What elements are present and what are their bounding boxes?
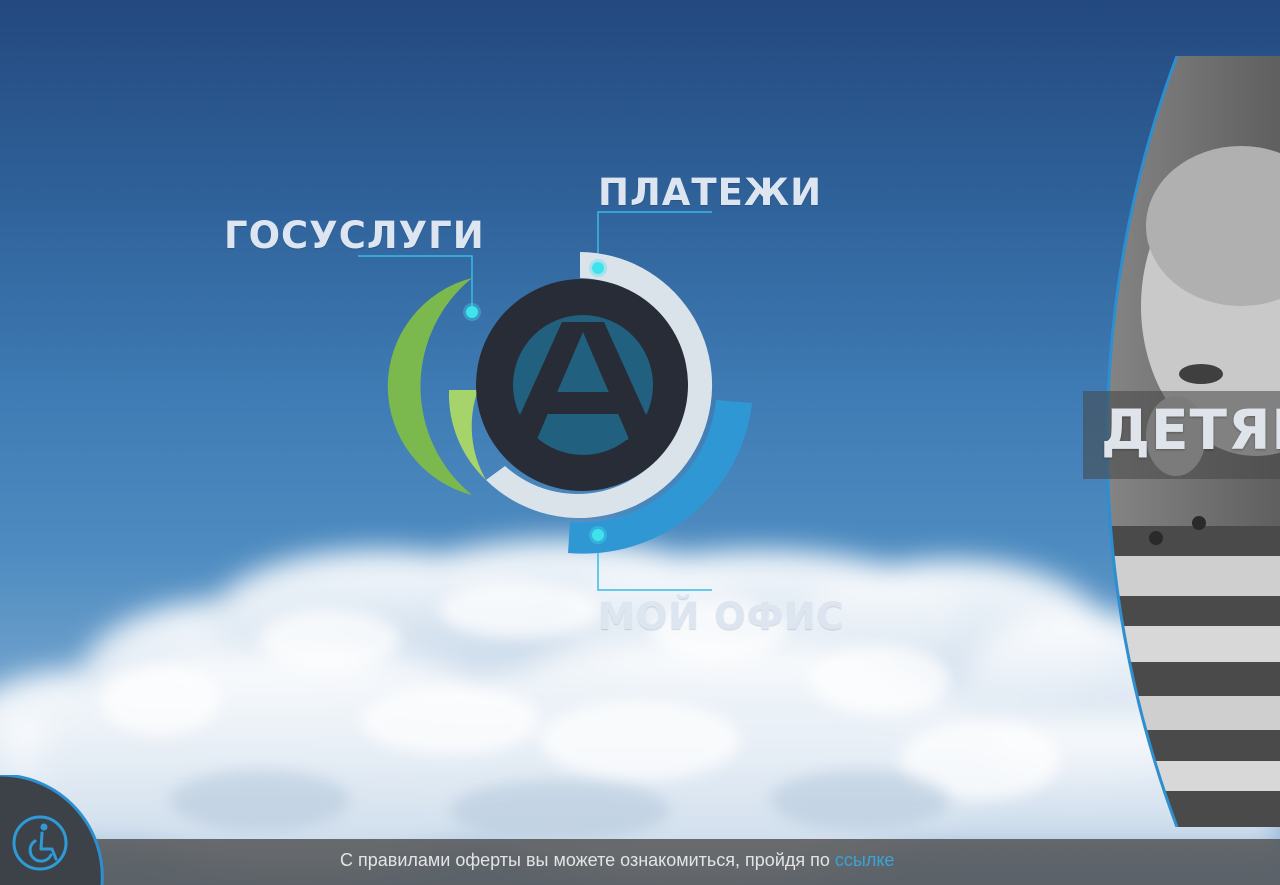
footer-offer-text: С правилами оферты вы можете ознакомитьс…: [340, 850, 894, 870]
nav-gosuslugi[interactable]: ГОСУСЛУГИ: [224, 217, 485, 254]
promo-title[interactable]: ДЕТЯМ: [1101, 403, 1280, 458]
accessibility-button[interactable]: [0, 775, 104, 885]
logo-a-icon: [476, 279, 688, 491]
nav-platezhi[interactable]: ПЛАТЕЖИ: [598, 174, 822, 211]
nav-moy-ofis[interactable]: МОЙ ОФИС: [598, 598, 844, 635]
footer-offer-label: С правилами оферты вы можете ознакомитьс…: [340, 850, 830, 870]
footer-offer-link[interactable]: ссылке: [835, 850, 895, 870]
